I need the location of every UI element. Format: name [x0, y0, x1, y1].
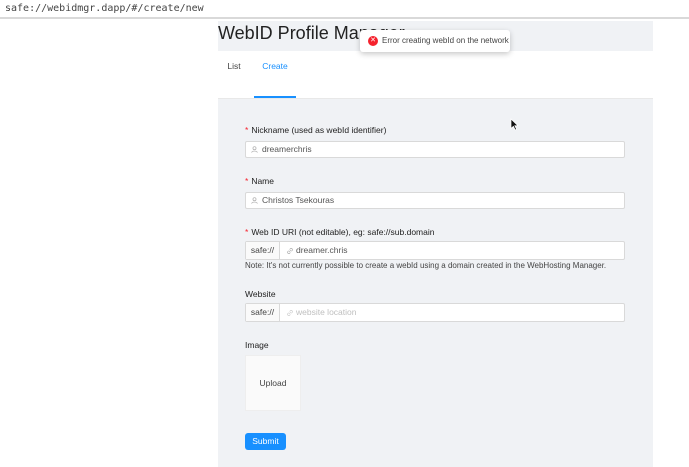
url-text: safe://webidmgr.dapp/#/create/new [5, 3, 204, 14]
nickname-label: * Nickname (used as webId identifier) [245, 125, 387, 135]
webid-uri-input[interactable]: dreamer.chris [280, 242, 624, 259]
webid-uri-label: * Web ID URI (not editable), eg: safe://s… [245, 227, 435, 237]
link-icon [287, 248, 293, 254]
tab-create[interactable]: Create [254, 51, 296, 98]
tab-bar: List Create [218, 51, 653, 99]
link-icon [287, 310, 293, 316]
website-placeholder: website location [296, 307, 357, 317]
image-upload-button[interactable]: Upload [245, 355, 301, 411]
webid-uri-value: dreamer.chris [296, 245, 348, 255]
error-circle-icon: ✕ [368, 36, 378, 46]
tab-list[interactable]: List [225, 51, 243, 97]
error-notification: ✕ Error creating webId on the network [360, 30, 510, 52]
nickname-input[interactable]: dreamerchris [245, 141, 625, 158]
create-form: * Nickname (used as webId identifier) dre… [218, 99, 653, 467]
name-input[interactable]: Christos Tsekouras [245, 192, 625, 209]
user-icon [251, 197, 258, 204]
website-input[interactable]: website location [280, 304, 624, 321]
name-value: Christos Tsekouras [262, 195, 335, 205]
webid-uri-field[interactable]: safe:// dreamer.chris [245, 241, 625, 260]
website-label: Website [245, 289, 276, 299]
webid-uri-prefix: safe:// [246, 242, 280, 259]
required-mark: * [245, 227, 249, 237]
user-icon [251, 146, 258, 153]
name-label: * Name [245, 176, 274, 186]
required-mark: * [245, 125, 249, 135]
mouse-cursor-icon [510, 118, 519, 131]
website-prefix: safe:// [246, 304, 280, 321]
required-mark: * [245, 176, 249, 186]
address-bar[interactable]: safe://webidmgr.dapp/#/create/new [0, 0, 689, 19]
website-field[interactable]: safe:// website location [245, 303, 625, 322]
webid-uri-note: Note: It's not currently possible to cre… [245, 261, 607, 270]
image-label: Image [245, 340, 269, 350]
notification-message: Error creating webId on the network [382, 36, 509, 45]
nickname-value: dreamerchris [262, 144, 312, 154]
app-container: WebID Profile Manager List Create * Nickn… [218, 21, 653, 467]
submit-button[interactable]: Submit [245, 433, 286, 450]
